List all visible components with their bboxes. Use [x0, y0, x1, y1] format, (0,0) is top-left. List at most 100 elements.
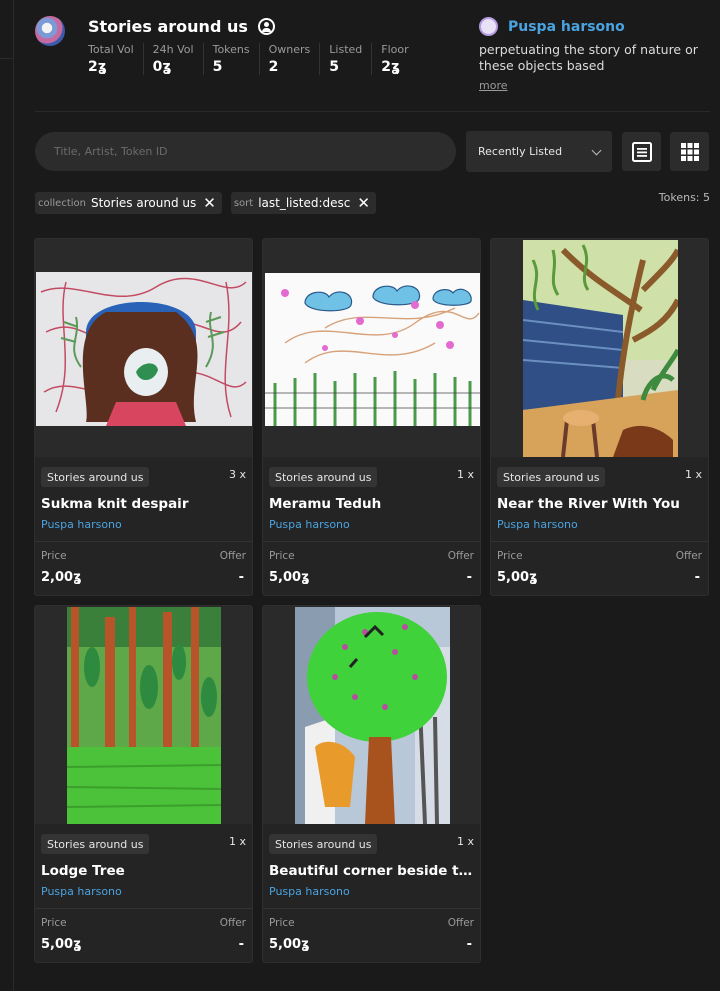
offer-label: Offer — [219, 550, 246, 562]
search-input[interactable] — [35, 132, 456, 171]
price-value: 5,00ʓ — [497, 570, 538, 585]
list-view-icon — [631, 141, 652, 162]
token-image-frame[interactable] — [35, 239, 252, 457]
stat-value: 0ʓ — [152, 59, 172, 75]
token-card[interactable]: Stories around us 1 x Lodge Tree Puspa h… — [34, 605, 253, 963]
token-card[interactable]: Stories around us 1 x Beautiful corner b… — [262, 605, 481, 963]
stat-value: 2ʓ — [88, 59, 107, 75]
chip-key: sort — [233, 197, 254, 209]
card-divider — [263, 541, 480, 542]
card-divider — [263, 908, 480, 909]
offer-value: - — [238, 570, 244, 585]
stat-value: 5 — [329, 59, 340, 75]
price-label: Price — [41, 917, 67, 929]
token-card[interactable]: Stories around us 1 x Meramu Teduh Puspa… — [262, 238, 481, 596]
stat-value: 5 — [212, 59, 223, 75]
collection-badge[interactable]: Stories around us — [41, 834, 150, 854]
collection-badge[interactable]: Stories around us — [269, 834, 378, 854]
token-quantity: 3 x — [228, 468, 246, 481]
token-artist-link[interactable]: Puspa harsono — [497, 518, 578, 531]
active-filters: collection Stories around us ✕ sort last… — [35, 192, 376, 214]
sort-selected-value: Recently Listed — [478, 145, 563, 158]
token-image-frame[interactable] — [491, 239, 708, 457]
collection-badge[interactable]: Stories around us — [269, 467, 378, 487]
tokens-count: Tokens: 5 — [658, 191, 710, 204]
collection-badge[interactable]: Stories around us — [41, 467, 150, 487]
price-value: 5,00ʓ — [269, 570, 310, 585]
stat-value: 2ʓ — [381, 59, 400, 75]
token-artwork — [36, 272, 252, 426]
token-artist-link[interactable]: Puspa harsono — [41, 885, 122, 898]
creator-avatar[interactable] — [479, 17, 498, 36]
filter-chip-sort: sort last_listed:desc ✕ — [230, 192, 376, 214]
card-divider — [35, 541, 252, 542]
creator-info: Puspa harsono perpetuating the story of … — [479, 17, 710, 93]
stat-value: 2 — [268, 59, 279, 75]
stat-label: Total Vol — [88, 43, 134, 56]
token-card[interactable]: Stories around us 3 x Sukma knit despair… — [34, 238, 253, 596]
creator-name-link[interactable]: Puspa harsono — [508, 19, 625, 35]
collection-badge[interactable]: Stories around us — [497, 467, 606, 487]
token-artwork — [265, 273, 480, 426]
creator-description: perpetuating the story of nature or thes… — [479, 42, 698, 73]
list-view-button[interactable] — [622, 132, 661, 171]
more-link[interactable]: more — [479, 79, 508, 92]
stat-label: Listed — [329, 43, 363, 56]
stat-owners: Owners 2 — [258, 43, 320, 75]
chip-value: last_listed:desc — [258, 196, 351, 210]
creator-row[interactable]: Puspa harsono — [479, 17, 710, 36]
token-quantity: 1 x — [456, 468, 474, 481]
price-label: Price — [41, 550, 67, 562]
price-label: Price — [497, 550, 523, 562]
offer-label: Offer — [447, 550, 474, 562]
chip-value: Stories around us — [90, 196, 197, 210]
offer-label: Offer — [675, 550, 702, 562]
token-title[interactable]: Near the River With You — [497, 496, 702, 512]
grid-view-icon — [680, 142, 699, 161]
stat-label: Owners — [268, 43, 311, 56]
token-title[interactable]: Sukma knit despair — [41, 496, 246, 512]
grid-view-button[interactable] — [670, 132, 709, 171]
offer-value: - — [466, 937, 472, 952]
card-divider — [35, 908, 252, 909]
token-artist-link[interactable]: Puspa harsono — [269, 518, 350, 531]
collection-stats: Total Vol 2ʓ 24h Vol 0ʓ Tokens 5 Owners 2 Li… — [88, 43, 418, 75]
token-image-frame[interactable] — [35, 606, 252, 824]
offer-value: - — [238, 937, 244, 952]
close-icon[interactable]: ✕ — [203, 195, 216, 211]
chip-key: collection — [38, 197, 86, 209]
sidebar-divider — [0, 58, 14, 59]
collection-header: Stories around us Total Vol 2ʓ 24h Vol 0ʓ … — [35, 16, 710, 112]
token-artist-link[interactable]: Puspa harsono — [41, 518, 122, 531]
token-artwork — [67, 607, 221, 824]
token-card[interactable]: Stories around us 1 x Near the River Wit… — [490, 238, 709, 596]
token-artwork — [523, 240, 678, 457]
offer-label: Offer — [219, 917, 246, 929]
token-artist-link[interactable]: Puspa harsono — [269, 885, 350, 898]
stat-label: Floor — [381, 43, 409, 56]
token-image-frame[interactable] — [263, 239, 480, 457]
token-title[interactable]: Lodge Tree — [41, 863, 246, 879]
user-icon[interactable] — [257, 18, 275, 35]
price-label: Price — [269, 550, 295, 562]
price-label: Price — [269, 917, 295, 929]
stat-label: Tokens — [212, 43, 250, 56]
price-value: 5,00ʓ — [269, 937, 310, 952]
sort-dropdown[interactable]: Recently Listed — [466, 131, 612, 172]
token-title[interactable]: Beautiful corner beside th... — [269, 863, 474, 879]
close-icon[interactable]: ✕ — [357, 195, 370, 211]
token-quantity: 1 x — [456, 835, 474, 848]
stat-24h-vol: 24h Vol 0ʓ — [142, 43, 203, 75]
stat-listed: Listed 5 — [319, 43, 371, 75]
token-title[interactable]: Meramu Teduh — [269, 496, 474, 512]
token-artwork — [295, 607, 450, 824]
price-value: 5,00ʓ — [41, 937, 82, 952]
collection-logo[interactable] — [35, 16, 65, 46]
stat-floor: Floor 2ʓ — [371, 43, 417, 75]
card-divider — [491, 541, 708, 542]
price-value: 2,00ʓ — [41, 570, 82, 585]
chevron-down-icon — [591, 145, 602, 156]
offer-label: Offer — [447, 917, 474, 929]
token-quantity: 1 x — [684, 468, 702, 481]
token-image-frame[interactable] — [263, 606, 480, 824]
